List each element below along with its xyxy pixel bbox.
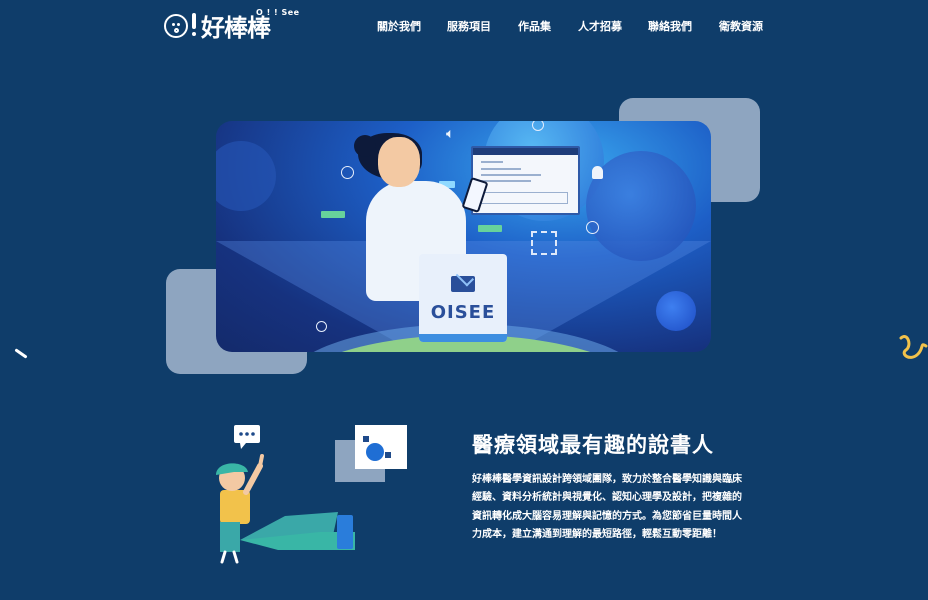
podium-base <box>419 334 507 342</box>
nav-careers[interactable]: 人才招募 <box>578 18 622 34</box>
nav-about[interactable]: 關於我們 <box>377 18 421 34</box>
nav-services[interactable]: 服務項目 <box>447 18 491 34</box>
green-bar <box>478 225 502 232</box>
ring-dot <box>316 321 327 332</box>
nav-health-resources[interactable]: 衛教資源 <box>719 18 763 34</box>
planet-small <box>656 291 696 331</box>
section-title: 醫療領域最有趣的說書人 <box>472 433 714 457</box>
doctor-hair-bun <box>354 135 376 157</box>
podium <box>419 254 507 342</box>
ring-dot <box>341 166 354 179</box>
dashboard-screen <box>471 146 580 215</box>
green-bar <box>321 211 345 218</box>
main-navigation: 關於我們 服務項目 作品集 人才招募 聯絡我們 衛教資源 <box>0 18 928 34</box>
frame-brackets-icon <box>531 231 557 255</box>
hero-illustration: OISEE 🔈︎ <box>216 121 711 352</box>
nav-contact[interactable]: 聯絡我們 <box>648 18 692 34</box>
planet-right <box>586 151 696 261</box>
decorative-squiggle <box>899 335 928 359</box>
podium-label: OISEE <box>430 302 496 323</box>
ring-dot <box>586 221 599 234</box>
mail-icon <box>451 276 475 292</box>
reclining-person-illustration <box>216 425 407 564</box>
decorative-dash <box>14 348 28 359</box>
speaker-icon: 🔈︎ <box>446 126 455 142</box>
nav-portfolio[interactable]: 作品集 <box>518 18 551 34</box>
bell-icon <box>592 166 603 179</box>
planet-left <box>216 141 276 211</box>
doctor-face <box>378 137 420 187</box>
section-description: 好棒棒醫學資訊設計跨領域團隊，致力於整合醫學知識與臨床經驗、資料分析統計與視覺化… <box>472 474 742 540</box>
